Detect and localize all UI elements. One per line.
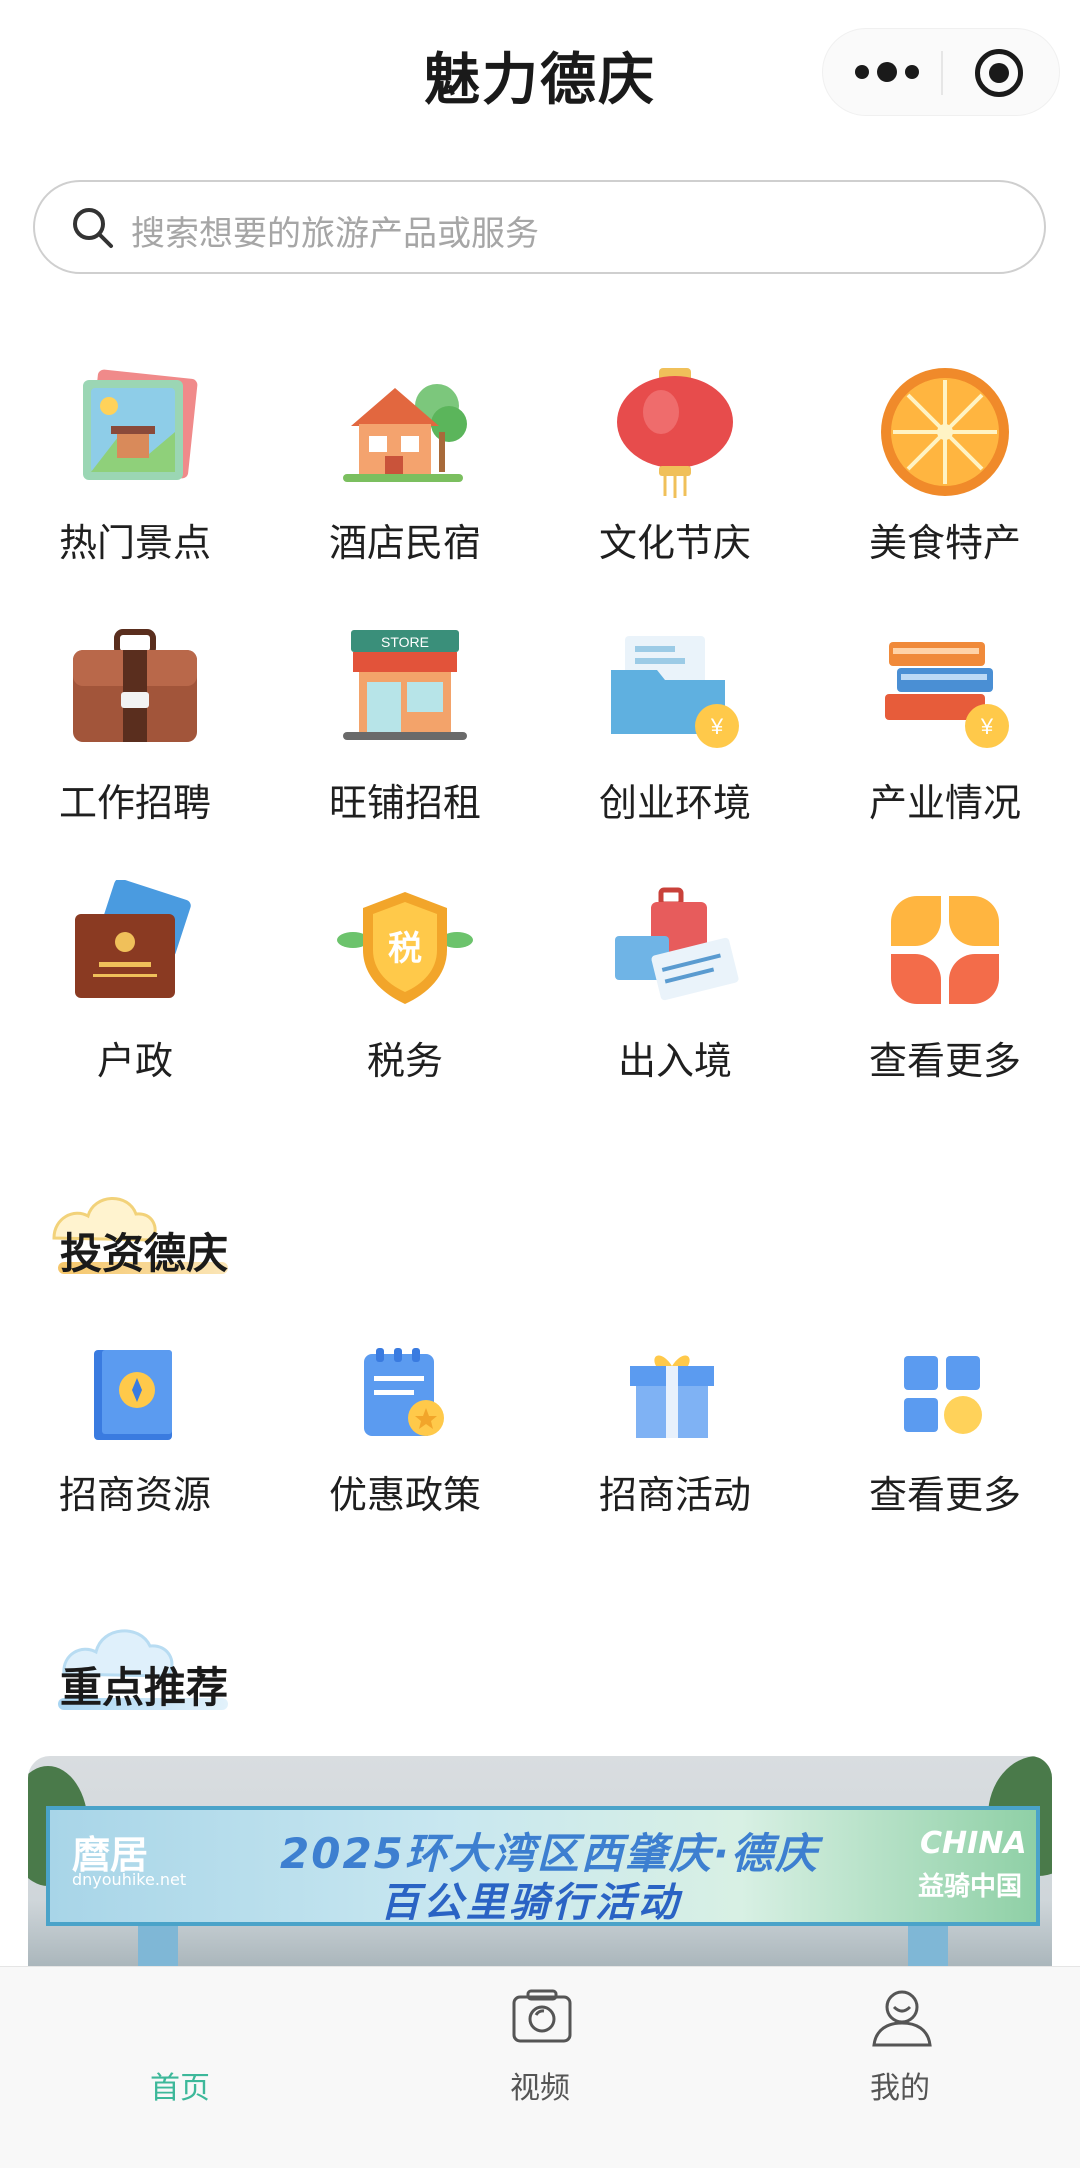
service-label: 酒店民宿 (328, 521, 481, 565)
service-industry[interactable]: ¥ 产业情况 (810, 622, 1050, 825)
service-household[interactable]: 户政 (0, 880, 240, 1083)
service-hotel[interactable]: 酒店民宿 (270, 362, 510, 565)
svg-text:¥: ¥ (710, 714, 724, 739)
banner-right-logo: CHINA (920, 1826, 1027, 1861)
service-label: 税务 (366, 1039, 443, 1083)
compass-book-icon (94, 1350, 172, 1440)
service-label: 创业环境 (598, 781, 751, 825)
target-icon[interactable] (975, 49, 1023, 97)
scenic-photo-icon (83, 369, 198, 480)
folder-coin-icon: ¥ (611, 636, 739, 748)
tab-bar: 首页 视频 我的 (0, 1966, 1080, 2168)
user-icon (872, 1990, 932, 2047)
invest-label: 查看更多 (868, 1473, 1021, 1517)
service-tax[interactable]: 税 税务 (270, 880, 510, 1083)
tab-label: 我的 (870, 2071, 930, 2106)
camera-icon (512, 1989, 572, 2043)
service-startup[interactable]: ¥ 创业环境 (540, 622, 780, 825)
clover-grid-icon (891, 896, 999, 1004)
banner-left-logo-sub: dnyouhike.net (72, 1870, 187, 1889)
service-label: 户政 (96, 1039, 173, 1083)
nav-header: 魅力德庆 (0, 0, 1080, 150)
service-scenic[interactable]: 热门景点 (0, 362, 240, 565)
invest-title: 投资德庆 (60, 1229, 229, 1278)
tab-video[interactable]: 视频 (440, 1985, 640, 2125)
invest-label: 优惠政策 (328, 1473, 481, 1517)
invest-resources[interactable]: 招商资源 (0, 1344, 270, 1524)
service-label: 工作招聘 (58, 781, 211, 825)
household-register-icon (75, 880, 191, 998)
capsule-divider (941, 51, 943, 95)
luggage-icon (615, 887, 739, 1001)
service-label: 出入境 (617, 1039, 732, 1083)
policy-badge-icon (364, 1348, 444, 1436)
service-label: 文化节庆 (598, 521, 751, 565)
tab-home[interactable]: 首页 (80, 1985, 280, 2125)
tab-label: 首页 (150, 2071, 210, 2106)
store-sign-text: STORE (381, 634, 429, 650)
invest-label: 招商活动 (598, 1473, 751, 1517)
orange-icon (881, 368, 1009, 496)
recommend-banner[interactable]: 麿居 dnyouhike.net 2025环大湾区西肇庆·德庆 百公里骑行活动 … (28, 1756, 1052, 1996)
store-icon: STORE (343, 630, 467, 740)
tab-label: 视频 (510, 2071, 570, 2106)
tax-char: 税 (388, 929, 422, 969)
search-icon (73, 208, 113, 248)
search-bar[interactable]: 搜索想要的旅游产品或服务 (33, 180, 1046, 274)
lantern-icon (617, 368, 733, 498)
briefcase-icon (73, 629, 197, 742)
service-more[interactable]: 查看更多 (810, 880, 1050, 1083)
invest-more[interactable]: 查看更多 (810, 1344, 1080, 1524)
tax-shield-icon: 税 (337, 892, 473, 1004)
banner-subheadline: 百公里骑行活动 (380, 1880, 681, 1926)
grid-more-icon (904, 1356, 982, 1434)
home-icon (150, 1985, 214, 2049)
miniapp-capsule (822, 28, 1060, 116)
invest-label: 招商资源 (58, 1473, 211, 1517)
invest-activities[interactable]: 招商活动 (540, 1344, 810, 1524)
service-food[interactable]: 美食特产 (810, 362, 1050, 565)
service-culture[interactable]: 文化节庆 (540, 362, 780, 565)
house-icon (343, 384, 467, 482)
gift-box-icon (630, 1355, 714, 1438)
books-coin-icon: ¥ (885, 642, 1009, 748)
service-immigration[interactable]: 出入境 (540, 880, 780, 1083)
service-label: 热门景点 (58, 521, 211, 565)
service-shop-rent[interactable]: STORE 旺铺招租 (270, 622, 510, 825)
more-dots-icon[interactable] (853, 55, 923, 91)
banner-arch: 麿居 dnyouhike.net 2025环大湾区西肇庆·德庆 百公里骑行活动 … (46, 1806, 1040, 1926)
search-placeholder: 搜索想要的旅游产品或服务 (131, 214, 539, 254)
service-label: 查看更多 (868, 1039, 1021, 1083)
svg-text:¥: ¥ (980, 714, 994, 739)
banner-right-logo-sub: 益骑中国 (918, 1872, 1023, 1902)
tab-mine[interactable]: 我的 (800, 1985, 1000, 2125)
service-label: 旺铺招租 (328, 781, 481, 825)
recommend-title: 重点推荐 (60, 1663, 229, 1712)
service-label: 产业情况 (868, 781, 1021, 825)
service-jobs[interactable]: 工作招聘 (0, 622, 240, 825)
service-label: 美食特产 (868, 521, 1021, 565)
invest-policy[interactable]: 优惠政策 (270, 1344, 540, 1524)
